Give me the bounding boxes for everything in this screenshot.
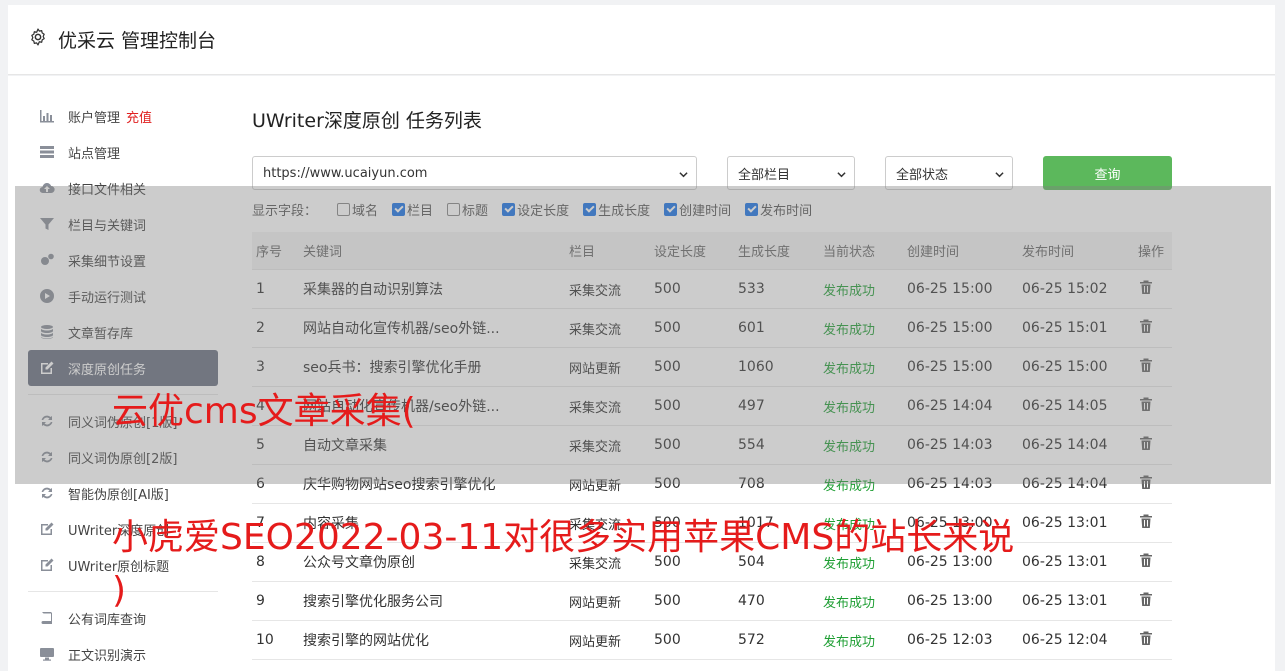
recharge-link[interactable]: 充值 (126, 107, 152, 126)
server-icon (38, 143, 56, 161)
table-cell: 500 (654, 632, 681, 648)
table-cell: 06-25 13:00 (907, 593, 993, 609)
site-select[interactable]: https://www.ucaiyun.com (252, 156, 697, 190)
table-cell: 572 (738, 632, 765, 648)
watermark-line-3: ) (112, 570, 127, 611)
page-title: UWriter深度原创 任务列表 (252, 110, 482, 132)
query-button[interactable]: 查询 (1043, 156, 1172, 190)
sidebar-item-sites[interactable]: 站点管理 (28, 134, 218, 170)
watermark-line-2: 小虎爱SEO2022-03-11对很多实用苹果CMS的站长来说 (112, 517, 1015, 558)
overlay-band (15, 186, 1271, 484)
status-text: 发布成功 (823, 595, 876, 611)
sidebar-item-account[interactable]: 账户管理 充值 (28, 98, 218, 134)
status-select-value: 全部状态 (896, 167, 949, 183)
delete-button[interactable] (1134, 630, 1172, 650)
trash-icon (1140, 514, 1152, 528)
gear-icon (31, 28, 45, 46)
delete-button[interactable] (1134, 513, 1172, 533)
delete-button[interactable] (1134, 552, 1172, 572)
table-cell: 06-25 12:03 (907, 632, 993, 648)
top-bar: 优采云 管理控制台 (8, 5, 1275, 75)
trash-icon (1140, 592, 1152, 606)
refresh-icon (38, 484, 56, 502)
table-cell: 06-25 13:01 (1022, 554, 1108, 570)
table-cell: 网站更新 (569, 595, 622, 611)
sidebar-item-label: 公有词库查询 (68, 612, 147, 628)
chevron-down-icon (837, 172, 846, 178)
sidebar-item-label: 正文识别演示 (68, 648, 147, 664)
site-select-value: https://www.ucaiyun.com (263, 165, 428, 181)
bar-chart-icon (38, 107, 56, 125)
monitor-icon (38, 645, 56, 663)
status-text: 发布成功 (823, 634, 876, 650)
app-title: 优采云 管理控制台 (58, 30, 217, 52)
table-row: 10 搜索引擎的网站优化 网站更新 500 572 发布成功 06-25 12:03 06-2… (252, 621, 1172, 660)
edit-icon (38, 556, 56, 574)
table-cell: 06-25 12:04 (1022, 632, 1108, 648)
table-cell: 9 (256, 593, 265, 609)
edit-icon (38, 520, 56, 538)
table-cell: 搜索引擎优化服务公司 (303, 594, 443, 610)
chevron-down-icon (679, 172, 688, 178)
column-select[interactable]: 全部栏目 (727, 156, 855, 190)
book-icon (38, 609, 56, 627)
trash-icon (1140, 631, 1152, 645)
column-select-value: 全部栏目 (738, 167, 791, 183)
status-select[interactable]: 全部状态 (885, 156, 1013, 190)
table-cell: 10 (256, 632, 274, 648)
sidebar-item-label: 站点管理 (68, 146, 121, 162)
trash-icon (1140, 553, 1152, 567)
table-cell: 搜索引擎的网站优化 (303, 633, 429, 649)
table-cell: 470 (738, 593, 765, 609)
delete-button[interactable] (1134, 591, 1172, 611)
sidebar-item-label: 智能伪原创[AI版] (68, 487, 169, 503)
sidebar-item-label: 账户管理 (68, 110, 121, 126)
table-row: 9 搜索引擎优化服务公司 网站更新 500 470 发布成功 06-25 13:00 06-2… (252, 582, 1172, 621)
table-cell: 500 (654, 593, 681, 609)
sidebar-item-text-recognition[interactable]: 正文识别演示 (28, 636, 218, 671)
table-cell: 网站更新 (569, 634, 622, 650)
table-cell: 06-25 13:01 (1022, 515, 1108, 531)
watermark-line-1: 云优cms文章采集( (112, 391, 416, 432)
chevron-down-icon (995, 172, 1004, 178)
table-cell: 06-25 13:01 (1022, 593, 1108, 609)
